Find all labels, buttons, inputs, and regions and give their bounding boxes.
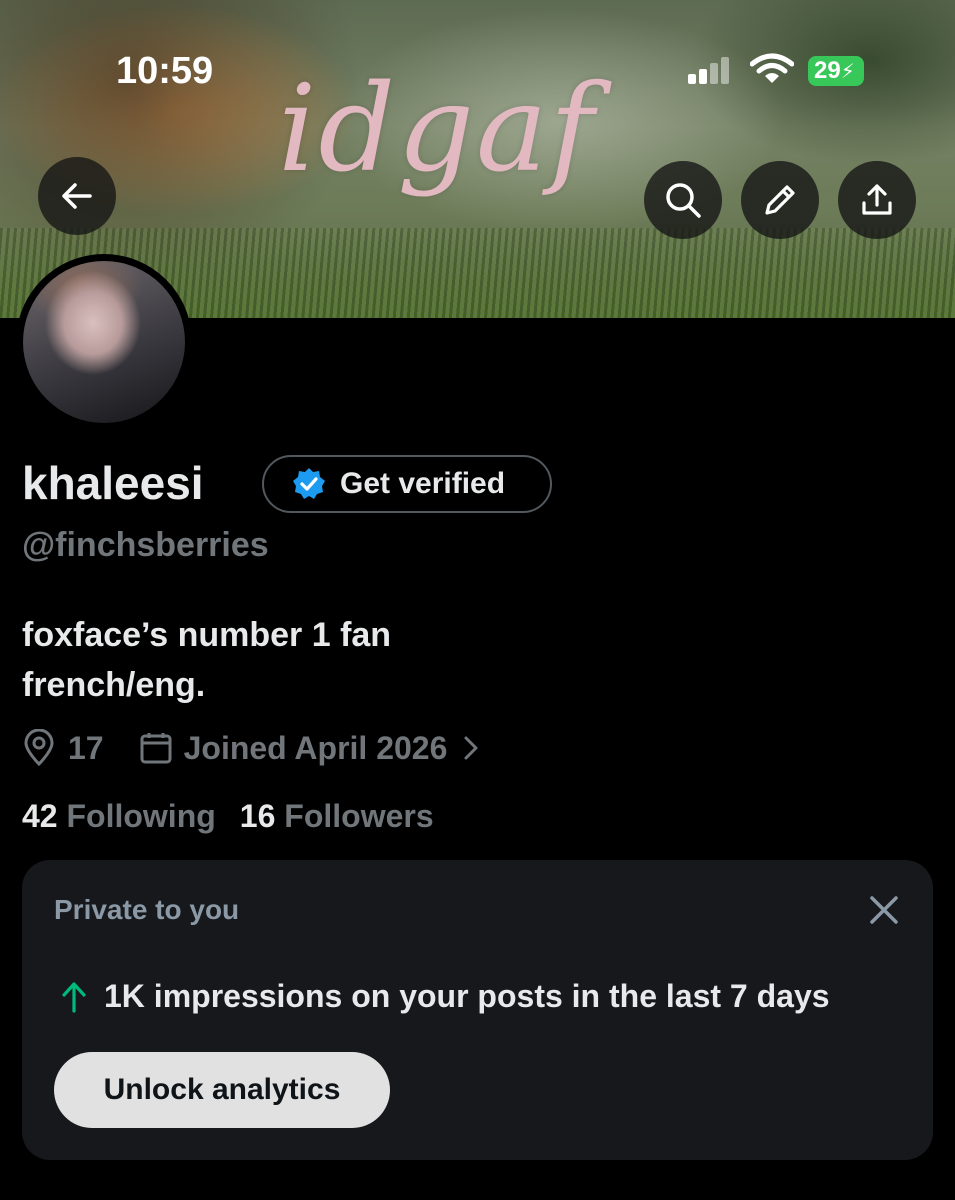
following-link[interactable]: 42 Following: [22, 798, 216, 835]
calendar-icon: [140, 733, 172, 764]
search-button[interactable]: [644, 161, 722, 239]
follow-stats: 42 Following 16 Followers: [22, 798, 434, 835]
impressions-stat: 1K impressions on your posts in the last…: [60, 978, 830, 1015]
trend-up-arrow-icon: [62, 981, 86, 1013]
pencil-icon: [765, 185, 795, 215]
impressions-text: 1K impressions on your posts in the last…: [104, 978, 830, 1014]
profile-meta: 17 Joined April 2026: [22, 726, 481, 770]
edit-button[interactable]: [741, 161, 819, 239]
location-text: 17: [68, 729, 104, 766]
insights-card: Private to you 1K impressions on your po…: [22, 860, 933, 1160]
card-title: Private to you: [54, 894, 240, 925]
share-icon: [862, 184, 892, 215]
chevron-right-icon: [464, 736, 478, 760]
get-verified-label: Get verified: [340, 467, 506, 500]
wifi-icon: [750, 53, 794, 83]
display-name: khaleesi: [22, 457, 204, 509]
bio: foxface’s number 1 fan french/eng.: [22, 610, 391, 710]
close-icon[interactable]: [864, 890, 904, 930]
avatar[interactable]: [16, 254, 192, 430]
followers-count: 16: [239, 798, 276, 834]
arrow-left-icon: [62, 183, 92, 209]
followers-label: Followers: [284, 798, 434, 834]
verified-badge-icon: [293, 468, 325, 499]
location-pin-icon: [24, 729, 54, 767]
following-count: 42: [22, 798, 58, 834]
user-handle: @finchsberries: [22, 526, 269, 564]
following-label: Following: [66, 798, 216, 834]
get-verified-button[interactable]: Get verified: [262, 455, 552, 513]
search-icon: [666, 183, 701, 218]
banner-text: idgaf: [278, 60, 596, 199]
share-button[interactable]: [838, 161, 916, 239]
joined-date-link[interactable]: Joined April 2026: [138, 730, 482, 767]
followers-link[interactable]: 16 Followers: [240, 798, 434, 835]
battery-level: 29: [814, 57, 841, 84]
status-time: 10:59: [116, 50, 214, 92]
battery-indicator: 29⚡: [808, 56, 864, 86]
back-button[interactable]: [38, 157, 116, 235]
bio-line: foxface’s number 1 fan: [22, 616, 392, 654]
charging-bolt-icon: ⚡: [840, 61, 855, 83]
bio-line: french/eng.: [22, 666, 206, 704]
joined-text: Joined April 2026: [183, 729, 448, 766]
cellular-signal-icon: [688, 56, 732, 84]
avatar-photo: [23, 261, 185, 423]
unlock-analytics-button[interactable]: Unlock analytics: [54, 1052, 390, 1128]
